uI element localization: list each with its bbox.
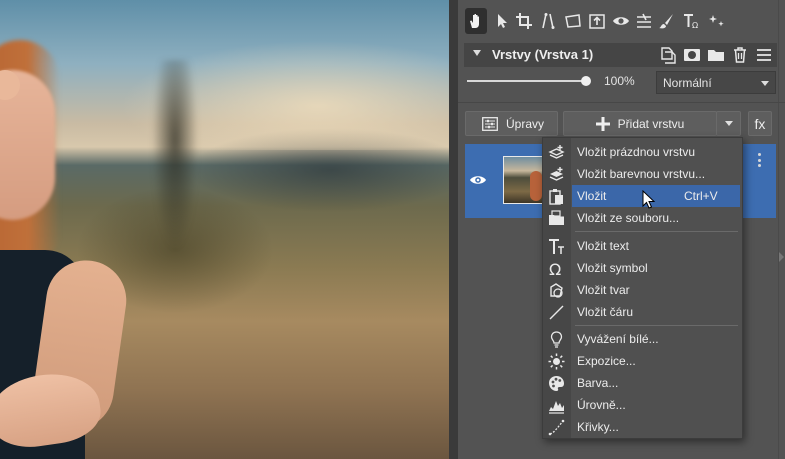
chevron-down-icon: [761, 81, 769, 86]
omega-icon: Ω: [549, 260, 561, 277]
fx-button[interactable]: fx: [748, 111, 772, 136]
transform-tool-icon[interactable]: [537, 8, 559, 34]
menu-item-label: Vložit text: [577, 239, 630, 253]
paste-icon: [549, 189, 563, 205]
chevron-down-icon: [724, 121, 733, 126]
menu-item-label: Vložit tvar: [577, 283, 630, 297]
menu-item-insert-shape[interactable]: Vložit tvar: [543, 279, 742, 301]
menu-item-insert-text[interactable]: Vložit text: [543, 235, 742, 257]
plus-icon: [595, 116, 610, 131]
add-layer-button[interactable]: Přidat vrstvu: [563, 111, 717, 136]
opacity-value: 100%: [604, 74, 635, 88]
menu-icon[interactable]: [755, 46, 773, 64]
collapse-caret-icon[interactable]: [473, 50, 481, 56]
menu-item-color[interactable]: Barva...: [543, 372, 742, 394]
menu-item-insert-line[interactable]: Vložit čáru: [543, 301, 742, 323]
export-tool-icon[interactable]: [586, 8, 608, 34]
menu-item-white-balance[interactable]: Vyvážení bílé...: [543, 328, 742, 350]
adjustments-button[interactable]: Úpravy: [465, 111, 558, 136]
menu-item-label: Vložit barevnou vrstvu...: [577, 167, 706, 181]
palette-icon: [549, 376, 564, 391]
layer-thumbnail[interactable]: [503, 156, 547, 204]
text-icon: [549, 239, 564, 254]
menu-item-insert-symbol[interactable]: Ω Vložit symbol: [543, 257, 742, 279]
layer-options-icon[interactable]: [758, 153, 762, 167]
select-tool-icon[interactable]: [491, 8, 513, 34]
menu-item-curves[interactable]: Křivky...: [543, 416, 742, 438]
svg-text:Ω: Ω: [692, 21, 698, 30]
add-layer-label: Přidat vrstvu: [617, 116, 685, 131]
menu-item-paste[interactable]: Vložit Ctrl+V: [572, 185, 740, 207]
menu-item-label: Křivky...: [577, 420, 619, 434]
folder-icon: [549, 210, 564, 225]
svg-text:Ω: Ω: [549, 260, 561, 277]
perspective-tool-icon[interactable]: [562, 8, 584, 34]
add-layer-menu: Vložit prázdnou vrstvu Vložit barevnou v…: [542, 137, 743, 439]
panel-edge: [778, 0, 779, 459]
mouse-cursor-icon: [642, 190, 656, 209]
menu-separator: [575, 325, 738, 326]
menu-item-shortcut: Ctrl+V: [684, 189, 718, 203]
adjust-tool-icon[interactable]: [633, 8, 655, 34]
menu-item-label: Úrovně...: [577, 398, 626, 412]
add-layer-dropdown-button[interactable]: [716, 111, 741, 136]
magic-tool-icon[interactable]: [706, 8, 728, 34]
menu-item-label: Expozice...: [577, 354, 636, 368]
menu-item-insert-color-layer[interactable]: Vložit barevnou vrstvu...: [543, 163, 742, 185]
layer-color-icon: [549, 167, 564, 181]
photo-canvas[interactable]: [0, 0, 449, 459]
bulb-icon: [550, 331, 563, 348]
blend-mode-select[interactable]: Normální: [656, 71, 776, 94]
folder-icon[interactable]: [707, 46, 725, 64]
panel-divider[interactable]: [449, 0, 458, 459]
adjustments-label: Úpravy: [506, 116, 545, 131]
menu-separator: [575, 231, 738, 232]
sun-icon: [548, 353, 565, 370]
mask-icon[interactable]: [683, 46, 701, 64]
divider: [458, 102, 785, 103]
opacity-slider-track[interactable]: [467, 80, 585, 82]
menu-item-label: Vložit čáru: [577, 305, 634, 319]
menu-item-paste-from-file[interactable]: Vložit ze souboru...: [543, 207, 742, 229]
curve-icon: [548, 419, 565, 436]
menu-item-label: Vložit ze souboru...: [577, 211, 680, 225]
opacity-slider-knob[interactable]: [581, 76, 591, 86]
duplicate-layer-icon[interactable]: [659, 46, 677, 64]
crop-tool-icon[interactable]: [513, 8, 535, 34]
photo-tree: [150, 60, 200, 260]
shape-icon: [550, 283, 563, 298]
histogram-icon: [549, 401, 564, 414]
layer-visibility-eye-icon[interactable]: [469, 173, 487, 187]
brush-tool-icon[interactable]: [656, 8, 678, 34]
menu-item-label: Vyvážení bílé...: [577, 332, 659, 346]
menu-item-label: Vložit symbol: [577, 261, 648, 275]
menu-item-exposure[interactable]: Expozice...: [543, 350, 742, 372]
text-tool-icon[interactable]: Ω: [680, 8, 702, 34]
menu-item-levels[interactable]: Úrovně...: [543, 394, 742, 416]
thumbnail-person: [530, 171, 542, 201]
collapse-arrow-icon[interactable]: [779, 252, 784, 262]
tool-bar: Ω: [458, 8, 785, 36]
eye-tool-icon[interactable]: [610, 8, 632, 34]
menu-item-label: Vložit prázdnou vrstvu: [577, 145, 696, 159]
menu-item-label: Vložit: [577, 189, 607, 203]
trash-icon[interactable]: [731, 46, 749, 64]
menu-item-insert-empty-layer[interactable]: Vložit prázdnou vrstvu: [543, 141, 742, 163]
sliders-icon: [482, 116, 498, 131]
hand-tool-icon[interactable]: [465, 8, 487, 34]
layer-add-icon: [548, 145, 565, 159]
fx-label: fx: [754, 115, 766, 132]
line-icon: [549, 305, 564, 320]
menu-item-label: Barva...: [577, 376, 619, 390]
blend-mode-value: Normální: [663, 76, 712, 90]
layers-panel-title: Vrstvy (Vrstva 1): [492, 47, 594, 62]
